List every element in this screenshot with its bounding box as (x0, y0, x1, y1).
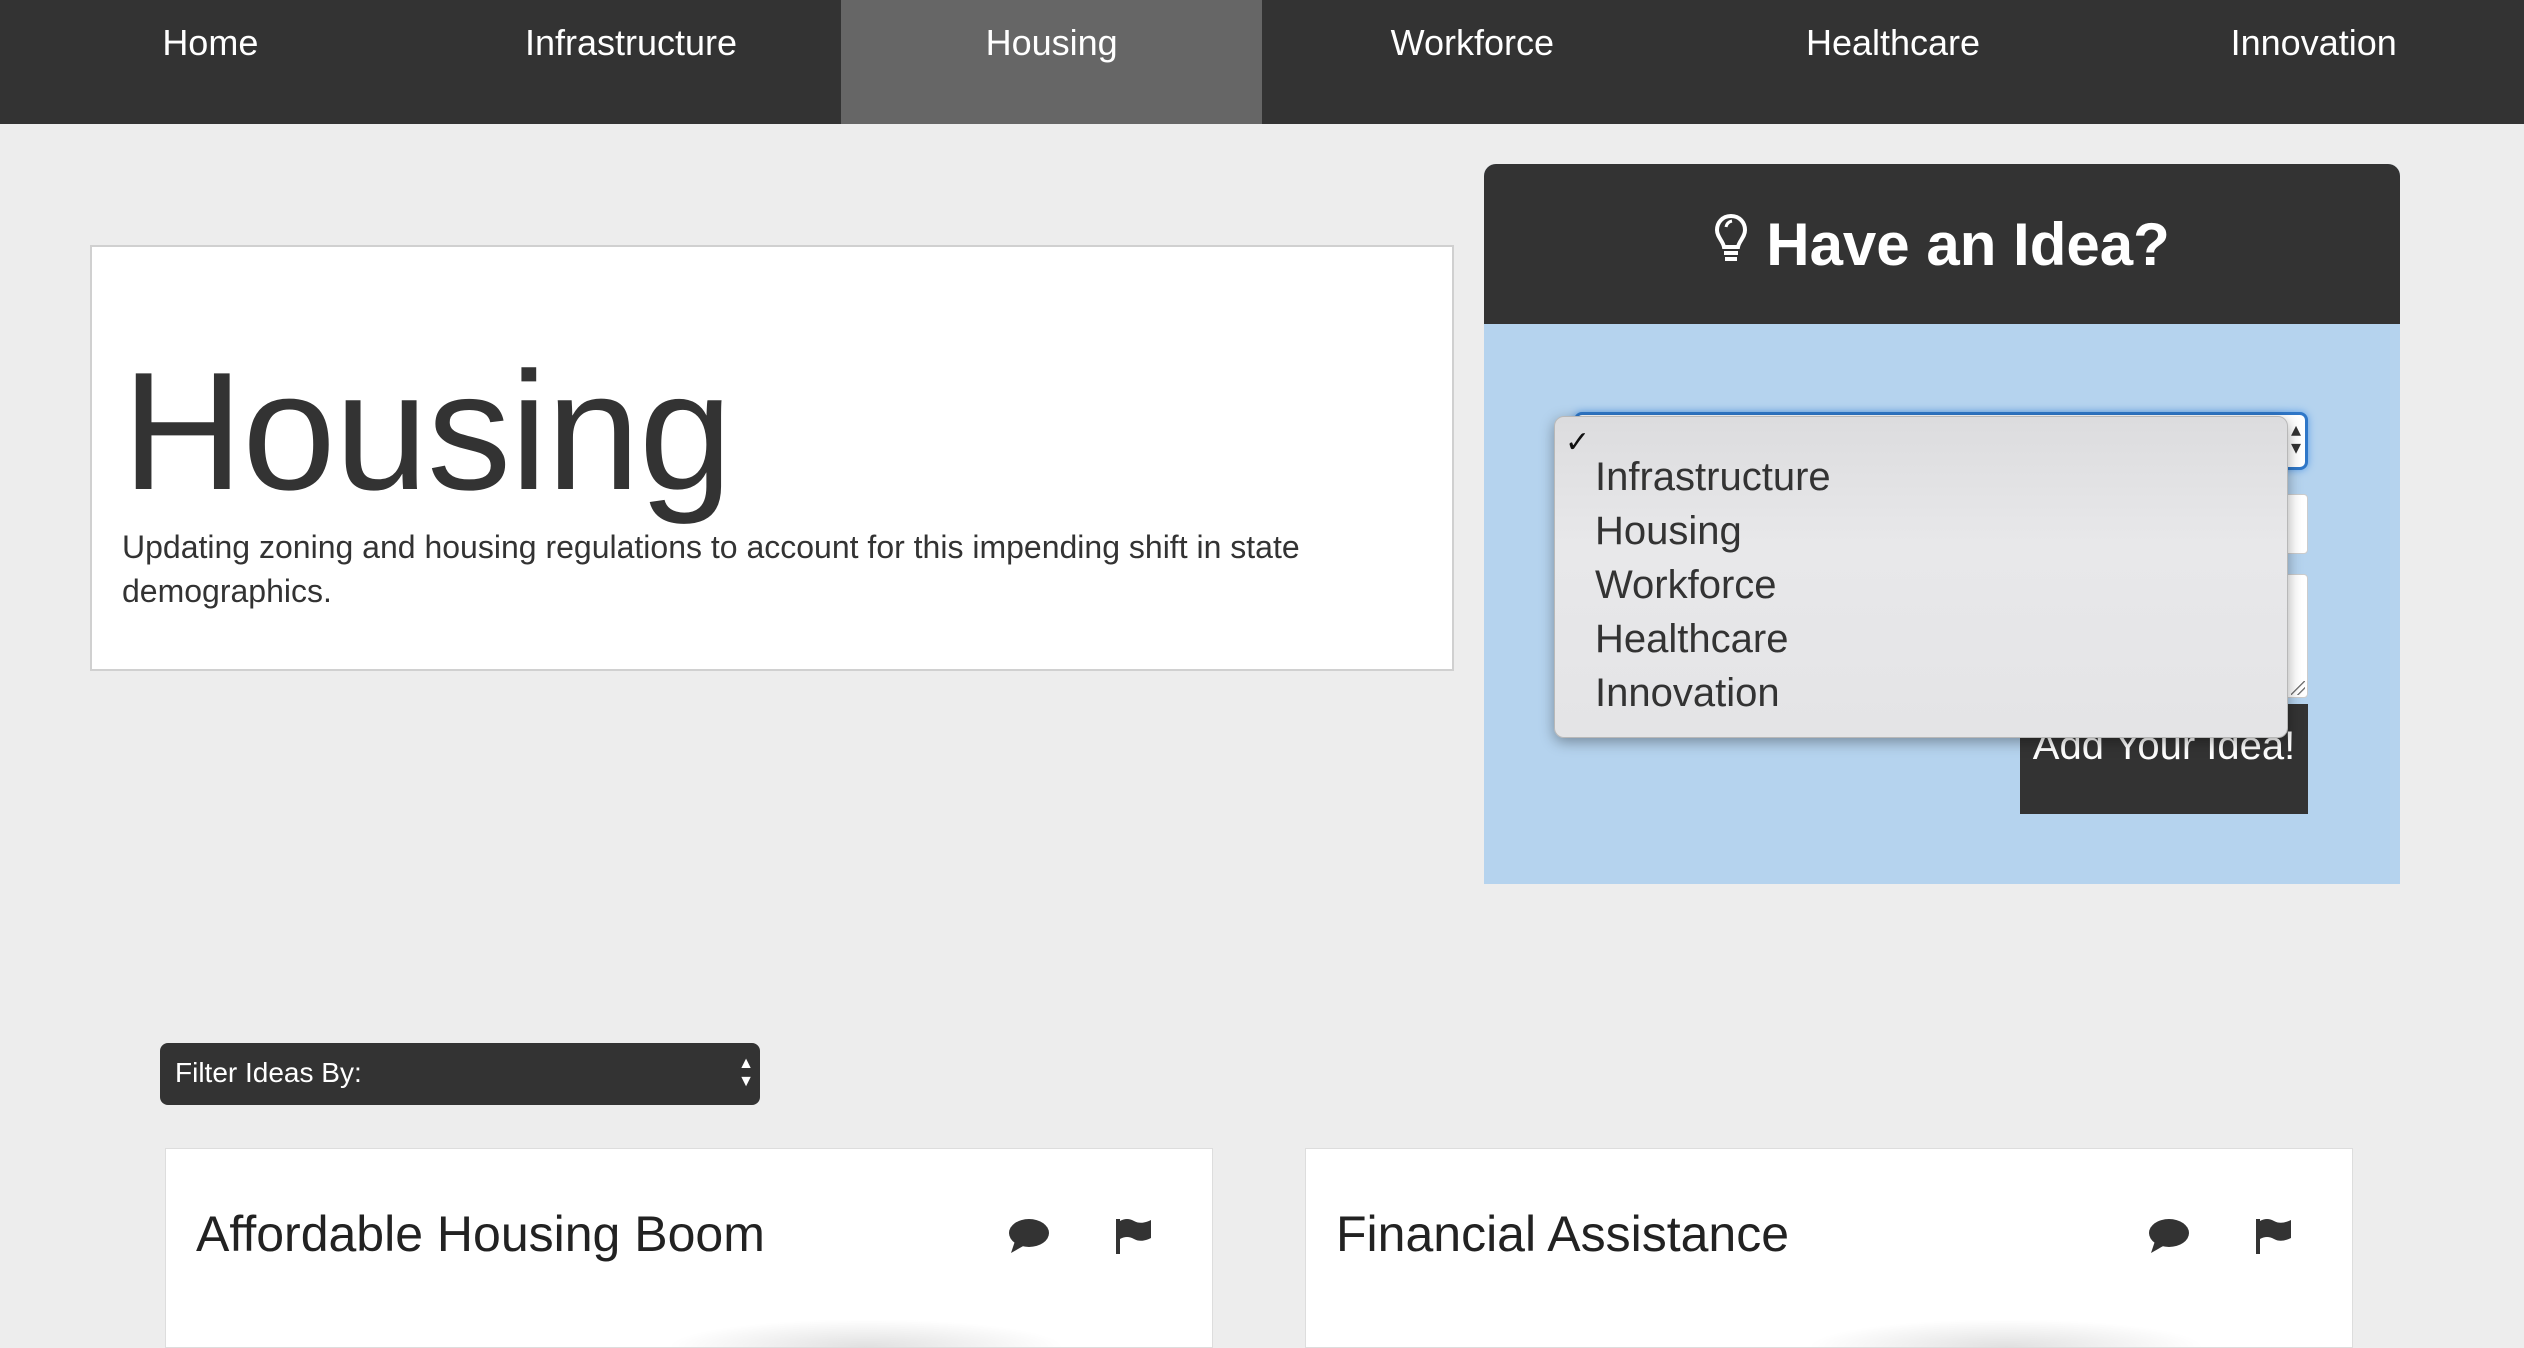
nav-item-innovation[interactable]: Innovation (2103, 0, 2524, 124)
select-arrows-icon: ▴ ▾ (2290, 419, 2301, 459)
dropdown-option-healthcare[interactable]: Healthcare (1595, 617, 1788, 662)
flag-icon[interactable] (1108, 1211, 1158, 1261)
idea-card[interactable]: Financial Assistance (1305, 1148, 2353, 1348)
comment-icon[interactable] (2144, 1211, 2194, 1261)
comment-icon[interactable] (1004, 1211, 1054, 1261)
dropdown-option-infrastructure[interactable]: Infrastructure (1595, 455, 1831, 500)
page-title: Housing (122, 337, 732, 525)
dropdown-option-housing[interactable]: Housing (1595, 509, 1742, 554)
card-shadow (1806, 1319, 2206, 1347)
idea-card[interactable]: Affordable Housing Boom (165, 1148, 1213, 1348)
lightbulb-icon (1714, 210, 1766, 279)
card-shadow (666, 1319, 1066, 1347)
nav-item-infrastructure[interactable]: Infrastructure (421, 0, 842, 124)
page-description: Updating zoning and housing regulations … (122, 529, 1300, 609)
top-nav: Home Infrastructure Housing Workforce He… (0, 0, 2524, 124)
filter-select[interactable]: Filter Ideas By: ▲ ▼ (160, 1043, 760, 1105)
select-arrows-icon: ▲ ▼ (738, 1055, 754, 1090)
filter-label: Filter Ideas By: (175, 1057, 362, 1088)
category-dropdown-menu: ✓ Infrastructure Housing Workforce Healt… (1554, 416, 2288, 738)
dropdown-option-innovation[interactable]: Innovation (1595, 671, 1780, 716)
hero-card: Housing Updating zoning and housing regu… (90, 245, 1454, 671)
idea-card-title: Financial Assistance (1336, 1206, 1790, 1262)
checkmark-icon: ✓ (1565, 426, 1591, 459)
idea-panel-heading: Have an Idea? (1766, 210, 2170, 278)
nav-item-healthcare[interactable]: Healthcare (1683, 0, 2104, 124)
idea-panel-header: Have an Idea? (1484, 164, 2400, 324)
flag-icon[interactable] (2248, 1211, 2298, 1261)
idea-card-title: Affordable Housing Boom (196, 1206, 765, 1262)
nav-item-housing[interactable]: Housing (841, 0, 1263, 124)
nav-item-home[interactable]: Home (0, 0, 421, 124)
dropdown-option-workforce[interactable]: Workforce (1595, 563, 1777, 608)
nav-item-workforce[interactable]: Workforce (1262, 0, 1683, 124)
resize-grip-icon[interactable] (2291, 681, 2305, 695)
